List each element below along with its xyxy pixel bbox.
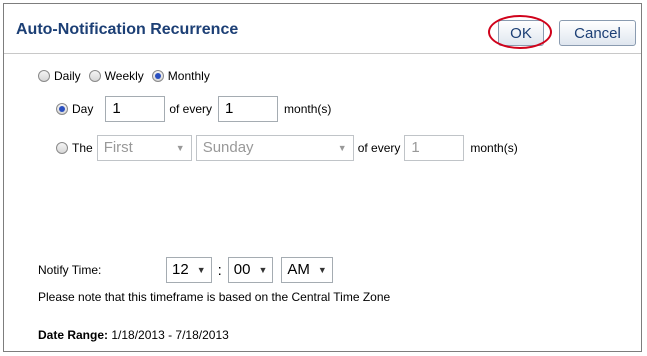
weekday-select[interactable]: Sunday ▼ — [195, 135, 354, 161]
day-label: Day — [72, 102, 94, 116]
day-row: Day 1 of every 1 month(s) — [56, 96, 339, 122]
the-months-label: month(s) — [470, 141, 518, 155]
date-range-value: 1/18/2013 - 7/18/2013 — [111, 328, 229, 342]
recurrence-dialog: Auto-Notification Recurrence OK Cancel D… — [3, 3, 642, 352]
ordinal-value: First — [103, 139, 133, 156]
the-row: The First ▼ Sunday ▼ of every 1 month(s) — [56, 135, 526, 161]
daily-radio[interactable] — [38, 70, 50, 82]
day-of-every-label: of every — [169, 102, 213, 116]
weekly-radio[interactable] — [88, 70, 101, 82]
day-months-label: month(s) — [284, 102, 332, 116]
dialog-title: Auto-Notification Recurrence — [16, 21, 239, 38]
weekly-label: Weekly — [104, 69, 144, 83]
the-label: The — [72, 141, 93, 155]
ampm-select[interactable]: AM ▼ — [281, 257, 333, 283]
day-input[interactable]: 1 — [105, 96, 166, 122]
minute-value: 00 — [233, 261, 251, 278]
ordinal-select[interactable]: First ▼ — [96, 135, 192, 161]
time-separator: : — [217, 261, 222, 279]
the-of-every-label: of every — [357, 141, 401, 155]
chevron-down-icon: ▼ — [337, 143, 347, 153]
cancel-button[interactable]: Cancel — [559, 20, 636, 46]
chevron-down-icon: ▼ — [258, 265, 268, 275]
day-radio[interactable] — [56, 103, 68, 115]
ampm-value: AM — [287, 261, 310, 278]
chevron-down-icon: ▼ — [175, 143, 185, 153]
notify-time-row: Notify Time: 12 ▼ : 00 ▼ AM ▼ — [38, 257, 333, 283]
monthly-radio[interactable] — [151, 70, 164, 82]
timezone-note: Please note that this timeframe is based… — [38, 290, 391, 304]
date-range: Date Range: 1/18/2013 - 7/18/2013 — [38, 328, 229, 342]
notify-time-label: Notify Time: — [38, 263, 102, 277]
chevron-down-icon: ▼ — [317, 265, 327, 275]
daily-label: Daily — [54, 69, 81, 83]
monthly-label: Monthly — [167, 69, 210, 83]
the-month-interval-input[interactable]: 1 — [404, 135, 465, 161]
ok-button[interactable]: OK — [498, 20, 544, 46]
dialog-header: Auto-Notification Recurrence OK Cancel — [4, 4, 641, 54]
frequency-row: Daily Weekly Monthly — [38, 69, 218, 83]
hour-value: 12 — [172, 261, 189, 278]
hour-select[interactable]: 12 ▼ — [166, 257, 212, 283]
minute-select[interactable]: 00 ▼ — [227, 257, 274, 283]
weekday-value: Sunday — [202, 139, 254, 156]
day-month-interval-input[interactable]: 1 — [218, 96, 279, 122]
date-range-label: Date Range: — [38, 328, 109, 342]
chevron-down-icon: ▼ — [196, 265, 206, 275]
the-radio[interactable] — [56, 142, 68, 154]
